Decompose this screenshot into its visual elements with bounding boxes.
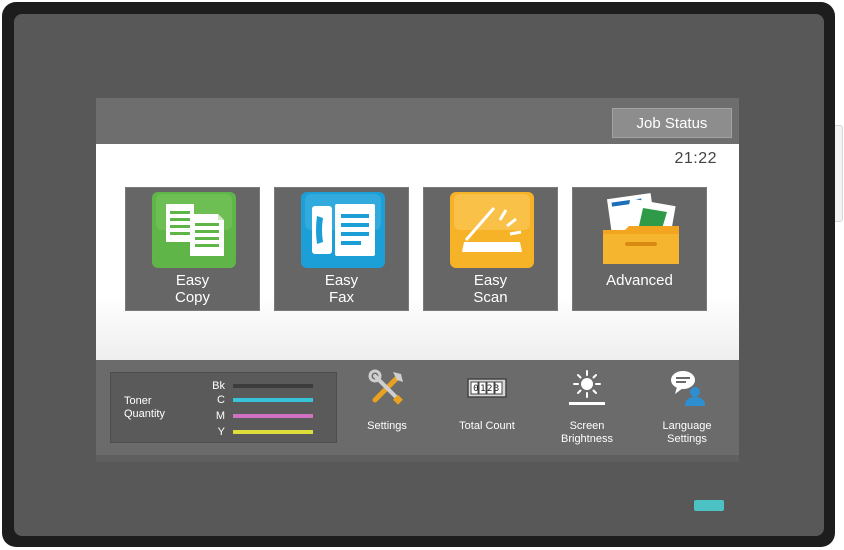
easy-copy-label: Easy Copy: [126, 272, 259, 306]
tile-label-line2: Fax: [328, 289, 354, 306]
toner-title: Toner Quantity: [124, 395, 184, 421]
toner-bar-c: [233, 398, 313, 402]
tile-label-line2: Copy: [174, 289, 211, 306]
settings-label: Settings: [342, 420, 432, 433]
home-panel: 21:22 Easy Copy Easy Fax Easy Scan Advan…: [96, 144, 739, 360]
toner-row-m: M: [201, 409, 331, 423]
tile-label-line1: Easy: [473, 272, 508, 289]
bottom-bar: Toner Quantity Bk C M Y Settings 0123 To…: [96, 360, 739, 455]
settings-button[interactable]: Settings: [342, 368, 432, 450]
func-label-line2: Settings: [667, 433, 707, 445]
toner-row-y: Y: [201, 425, 331, 439]
advanced-tile[interactable]: Advanced: [572, 187, 707, 311]
toner-quantity-panel[interactable]: Toner Quantity Bk C M Y: [110, 372, 337, 443]
easy-fax-label: Easy Fax: [275, 272, 408, 306]
func-label-line2: Brightness: [561, 433, 613, 445]
toner-label: Bk: [212, 380, 225, 392]
job-status-button[interactable]: Job Status: [612, 108, 732, 138]
toner-label: Y: [217, 426, 225, 438]
copy-icon: [152, 192, 236, 268]
total-count-button[interactable]: 0123 Total Count: [442, 368, 532, 450]
total-count-label: Total Count: [442, 420, 532, 433]
toner-row-bk: Bk: [201, 379, 331, 393]
tile-label-line1: Easy: [175, 272, 210, 289]
screen-brightness-label: Screen Brightness: [542, 420, 632, 446]
func-label-line1: Total Count: [459, 420, 515, 432]
toner-title-line2: Quantity: [124, 408, 165, 420]
screen-brightness-button[interactable]: Screen Brightness: [542, 368, 632, 450]
func-label-line1: Language: [662, 420, 712, 432]
wrench-screwdriver-icon: [367, 368, 407, 408]
func-label-line1: Screen: [569, 420, 605, 432]
touch-screen: Job Status 21:22 Easy Copy Easy Fax Easy…: [96, 98, 739, 462]
tile-label: Advanced: [606, 272, 673, 289]
side-tab: [835, 125, 843, 222]
toner-row-c: C: [201, 393, 331, 407]
scan-icon: [450, 192, 534, 268]
easy-scan-label: Easy Scan: [424, 272, 557, 306]
fax-icon: [301, 192, 385, 268]
tile-label-line2: Scan: [473, 289, 508, 306]
speech-person-icon: [667, 368, 707, 408]
toner-label: M: [215, 410, 225, 422]
func-label-line1: Settings: [367, 420, 407, 432]
easy-fax-tile[interactable]: Easy Fax: [274, 187, 409, 311]
status-led: [694, 500, 724, 511]
toner-title-line1: Toner: [124, 395, 152, 407]
clock: 21:22: [674, 150, 717, 167]
toner-bar-m: [233, 414, 313, 418]
screen-bottom-strip: [96, 455, 739, 462]
toner-label: C: [217, 394, 225, 406]
easy-scan-tile[interactable]: Easy Scan: [423, 187, 558, 311]
toner-bar-y: [233, 430, 313, 434]
toner-bar-bk: [233, 384, 313, 388]
language-settings-button[interactable]: Language Settings: [642, 368, 732, 450]
tile-label-line1: Easy: [324, 272, 359, 289]
advanced-label: Advanced: [573, 272, 706, 289]
folder-icon: [595, 192, 687, 268]
language-settings-label: Language Settings: [642, 420, 732, 446]
easy-copy-tile[interactable]: Easy Copy: [125, 187, 260, 311]
sun-icon: [567, 368, 607, 408]
counter-icon: 0123: [467, 374, 507, 414]
top-bar: Job Status: [96, 98, 739, 144]
counter-digits: 0123: [473, 384, 501, 394]
